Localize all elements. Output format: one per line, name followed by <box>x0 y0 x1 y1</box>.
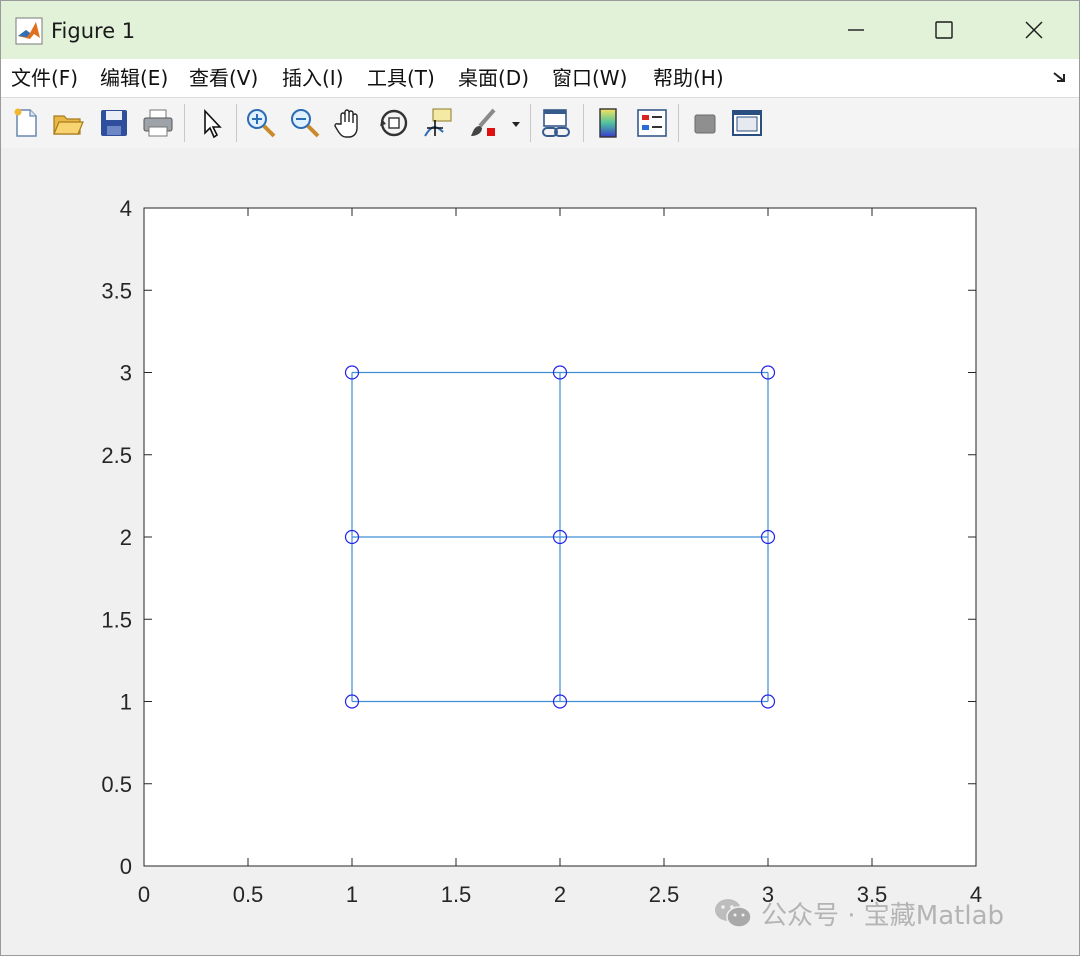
y-tick-label: 1 <box>120 690 132 715</box>
plot-axes[interactable]: 0 0.5 1 1.5 2 2.5 3 3.5 400.511.522.533.54 <box>1 148 1079 955</box>
menu-insert[interactable]: 插入(I) <box>282 64 344 92</box>
save-icon[interactable] <box>97 106 131 140</box>
new-figure-icon[interactable] <box>9 106 43 140</box>
zoom-in-icon[interactable] <box>244 106 278 140</box>
y-tick-label: 3 <box>120 361 132 386</box>
menu-desktop[interactable]: 桌面(D) <box>458 64 529 92</box>
data-cursor-icon[interactable] <box>421 106 455 140</box>
y-tick-label: 1.5 <box>101 607 132 632</box>
close-button[interactable] <box>989 1 1079 59</box>
brush-dropdown-icon[interactable] <box>506 106 526 140</box>
y-tick-label: 2 <box>120 525 132 550</box>
y-tick-label: 4 <box>120 196 132 221</box>
zoom-out-icon[interactable] <box>288 106 322 140</box>
menu-file[interactable]: 文件(F) <box>11 64 78 92</box>
menu-help[interactable]: 帮助(H) <box>653 64 724 92</box>
title-bar: Figure 1 <box>1 1 1079 59</box>
legend-icon[interactable] <box>635 106 669 140</box>
pan-hand-icon[interactable] <box>332 106 366 140</box>
x-tick-label: 0.5 <box>233 882 264 907</box>
y-tick-label: 2.5 <box>101 443 132 468</box>
minimize-button[interactable] <box>811 1 901 59</box>
menu-tools[interactable]: 工具(T) <box>367 64 435 92</box>
open-file-icon[interactable] <box>51 106 85 140</box>
matlab-logo-icon <box>15 17 43 45</box>
toolbar-separator <box>678 104 679 142</box>
toolbar-separator <box>236 104 237 142</box>
figure-toolbar <box>1 97 1079 149</box>
x-tick-label: 2 <box>554 882 566 907</box>
y-tick-label: 3.5 <box>101 278 132 303</box>
figure-window: Figure 1 文件(F) 编辑(E) 查看(V) 插入(I) 工具(T) 桌… <box>0 0 1080 956</box>
toolbar-separator <box>184 104 185 142</box>
select-pointer-icon[interactable] <box>194 106 228 140</box>
menu-bar: 文件(F) 编辑(E) 查看(V) 插入(I) 工具(T) 桌面(D) 窗口(W… <box>1 59 1079 97</box>
menu-window[interactable]: 窗口(W) <box>552 64 627 92</box>
hide-plot-tools-icon[interactable] <box>688 106 722 140</box>
maximize-icon <box>935 21 953 39</box>
maximize-button[interactable] <box>899 1 989 59</box>
print-icon[interactable] <box>141 106 175 140</box>
colorbar-icon[interactable] <box>591 106 625 140</box>
dock-arrow-icon[interactable] <box>1051 68 1069 86</box>
window-title: Figure 1 <box>51 19 136 43</box>
x-tick-label: 2.5 <box>649 882 680 907</box>
y-tick-label: 0 <box>120 854 132 879</box>
watermark-text: 公众号 · 宝藏Matlab <box>761 900 1005 931</box>
close-icon <box>1025 21 1043 39</box>
toolbar-separator <box>530 104 531 142</box>
link-plot-icon[interactable] <box>539 106 573 140</box>
brush-icon[interactable] <box>466 106 500 140</box>
wechat-icon <box>715 899 752 928</box>
menu-edit[interactable]: 编辑(E) <box>100 64 168 92</box>
y-tick-label: 0.5 <box>101 772 132 797</box>
rotate-3d-icon[interactable] <box>377 106 411 140</box>
menu-view[interactable]: 查看(V) <box>189 64 258 92</box>
x-tick-label: 1 <box>346 882 358 907</box>
minimize-icon <box>848 29 864 31</box>
watermark: 公众号 · 宝藏Matlab <box>713 893 1004 933</box>
toolbar-separator <box>583 104 584 142</box>
x-tick-label: 0 <box>138 882 150 907</box>
x-tick-label: 1.5 <box>441 882 472 907</box>
figure-canvas[interactable]: 0 0.5 1 1.5 2 2.5 3 3.5 4 0 0.5 1 1.5 2 2.5 3 3.5 4 <box>1 148 1079 955</box>
show-plot-tools-icon[interactable] <box>730 106 764 140</box>
